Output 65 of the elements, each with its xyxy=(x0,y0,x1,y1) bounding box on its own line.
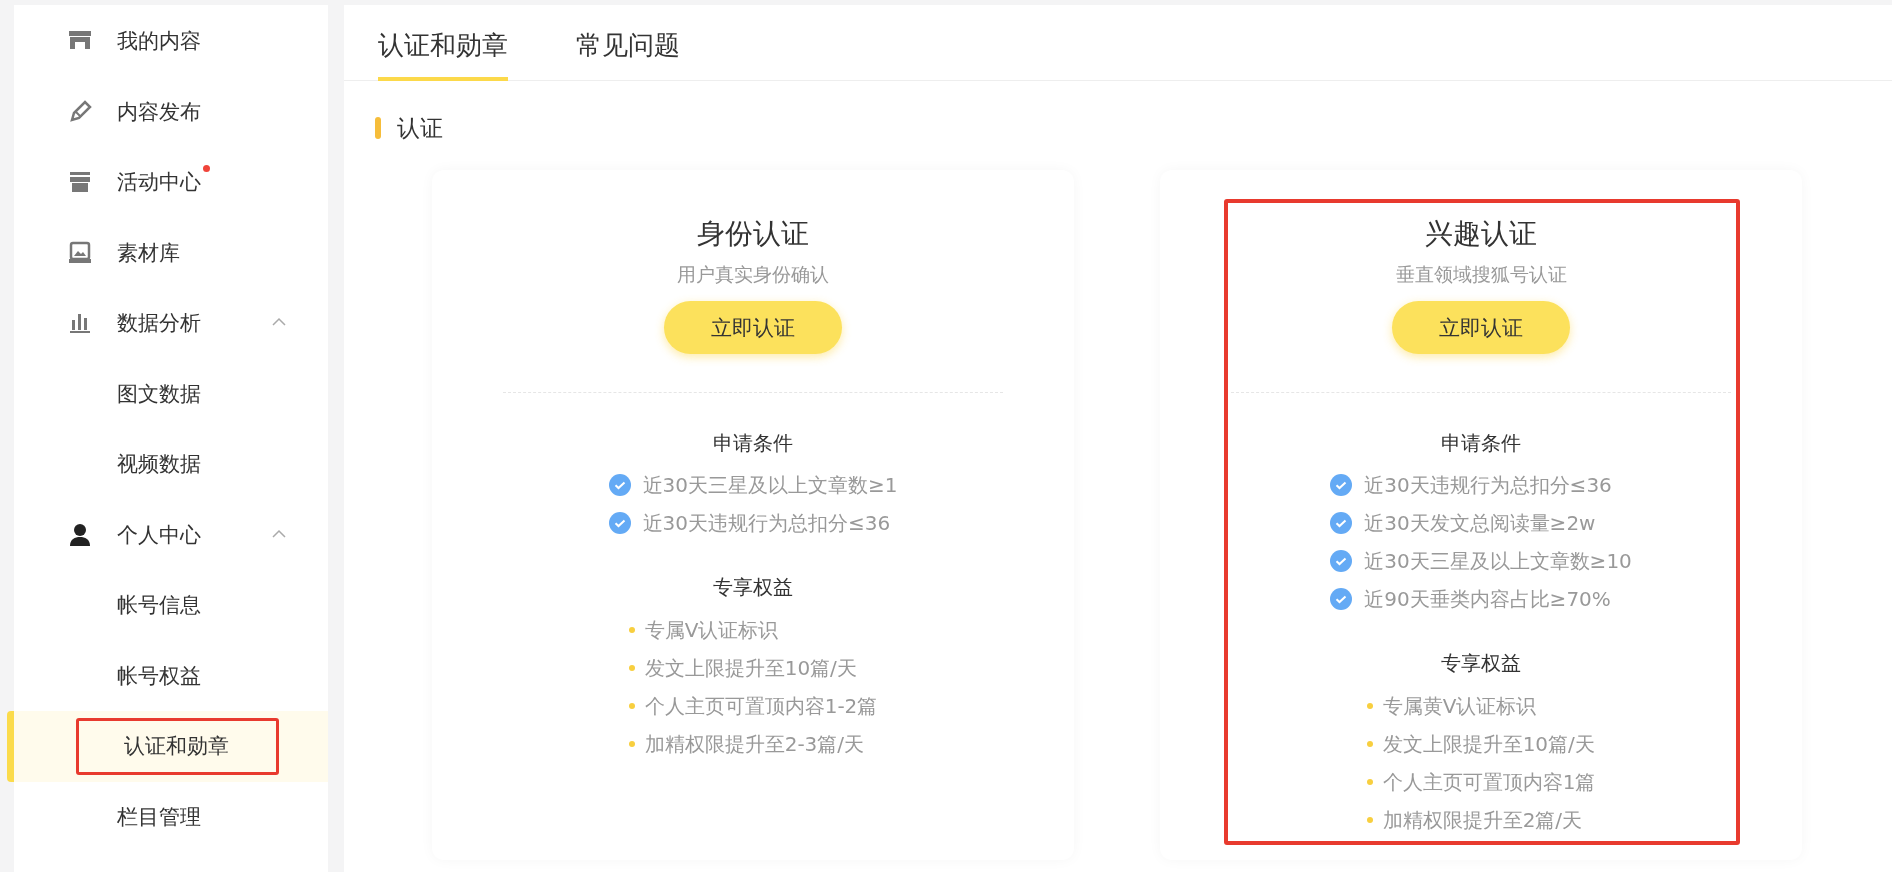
requirement-text: 近30天违规行为总扣分≤36 xyxy=(642,509,891,537)
sidebar-subitem[interactable]: 视频数据 xyxy=(14,429,328,500)
requirement-text: 近30天三星及以上文章数≥1 xyxy=(642,471,898,499)
section-title: 认证 xyxy=(397,113,443,143)
check-circle-icon xyxy=(608,512,631,534)
requirement-text: 近90天垂类内容占比≥70% xyxy=(1364,585,1611,613)
requirement-text: 近30天三星及以上文章数≥10 xyxy=(1364,547,1632,575)
requirement-text: 近30天违规行为总扣分≤36 xyxy=(1364,471,1612,499)
benefit-text: 个人主页可置顶内容1篇 xyxy=(1382,768,1596,796)
bullet-icon xyxy=(1366,741,1373,747)
sidebar-subitem[interactable]: 帐号信息 xyxy=(14,570,328,641)
bullet-icon xyxy=(1366,703,1373,709)
section-marker-icon xyxy=(375,117,381,139)
check-circle-icon xyxy=(1330,588,1353,610)
sidebar-subitem[interactable]: 栏目管理 xyxy=(14,781,328,852)
sidebar-subitem[interactable]: 认证和勋章 xyxy=(7,711,328,782)
bullet-icon xyxy=(628,665,635,671)
pencil-icon xyxy=(67,98,93,125)
benefit-text: 加精权限提升至2篇/天 xyxy=(1382,806,1583,834)
bullet-icon xyxy=(628,741,635,747)
card-title: 兴趣认证 xyxy=(1424,218,1538,250)
sidebar-item[interactable]: 内容发布 xyxy=(14,76,328,147)
benefit-text: 发文上限提升至10篇/天 xyxy=(1382,730,1595,758)
benefit-text: 专属黄V认证标识 xyxy=(1382,692,1537,720)
requirements-heading: 申请条件 xyxy=(1440,430,1522,457)
sidebar-item-label: 数据分析 xyxy=(117,310,201,338)
sidebar-item[interactable]: 个人中心 xyxy=(14,499,328,570)
person-icon xyxy=(67,521,93,548)
check-circle-icon xyxy=(1330,474,1353,496)
check-circle-icon xyxy=(1330,512,1353,534)
benefit-text: 专属V认证标识 xyxy=(644,616,779,644)
chevron-up-icon[interactable] xyxy=(272,317,286,326)
tab[interactable]: 常见问题 xyxy=(576,5,680,81)
sidebar-item[interactable]: 我的内容 xyxy=(14,6,328,77)
bullet-icon xyxy=(1366,779,1373,785)
sidebar-subitem[interactable]: 帐号权益 xyxy=(14,640,328,711)
card-subtitle: 用户真实身份确认 xyxy=(676,262,830,287)
check-circle-icon xyxy=(608,474,631,496)
sidebar-item-label: 内容发布 xyxy=(117,98,201,126)
tab[interactable]: 认证和勋章 xyxy=(378,5,508,81)
benefit-text: 个人主页可置顶内容1-2篇 xyxy=(644,692,878,720)
bullet-icon xyxy=(1366,817,1373,823)
benefit-text: 发文上限提升至10篇/天 xyxy=(644,654,857,682)
benefits-heading: 专享权益 xyxy=(1440,650,1522,677)
card-title: 身份认证 xyxy=(696,218,810,250)
sidebar-subitem[interactable]: 图文数据 xyxy=(14,358,328,429)
sidebar-item-label: 活动中心 xyxy=(117,168,201,197)
sidebar-item[interactable]: 素材库 xyxy=(14,217,328,288)
sidebar-item[interactable]: 数据分析 xyxy=(14,288,328,359)
check-circle-icon xyxy=(1330,550,1353,572)
bullet-icon xyxy=(628,703,635,709)
card-subtitle: 垂直领域搜狐号认证 xyxy=(1394,262,1568,287)
benefit-text: 加精权限提升至2-3篇/天 xyxy=(644,730,865,758)
picture-icon xyxy=(67,239,93,266)
benefits-heading: 专享权益 xyxy=(712,574,794,601)
verify-button[interactable]: 立即认证 xyxy=(664,301,842,354)
sidebar-item-label: 我的内容 xyxy=(117,28,201,56)
requirement-text: 近30天发文总阅读量≥2w xyxy=(1364,509,1596,537)
requirements-heading: 申请条件 xyxy=(712,430,794,457)
sidebar-item[interactable]: 活动中心 xyxy=(14,147,328,218)
verify-button[interactable]: 立即认证 xyxy=(1392,301,1570,354)
sidebar-item-label: 个人中心 xyxy=(117,521,201,549)
bullet-icon xyxy=(628,627,635,633)
sidebar-item-label: 素材库 xyxy=(117,239,180,267)
chevron-up-icon[interactable] xyxy=(272,528,286,538)
